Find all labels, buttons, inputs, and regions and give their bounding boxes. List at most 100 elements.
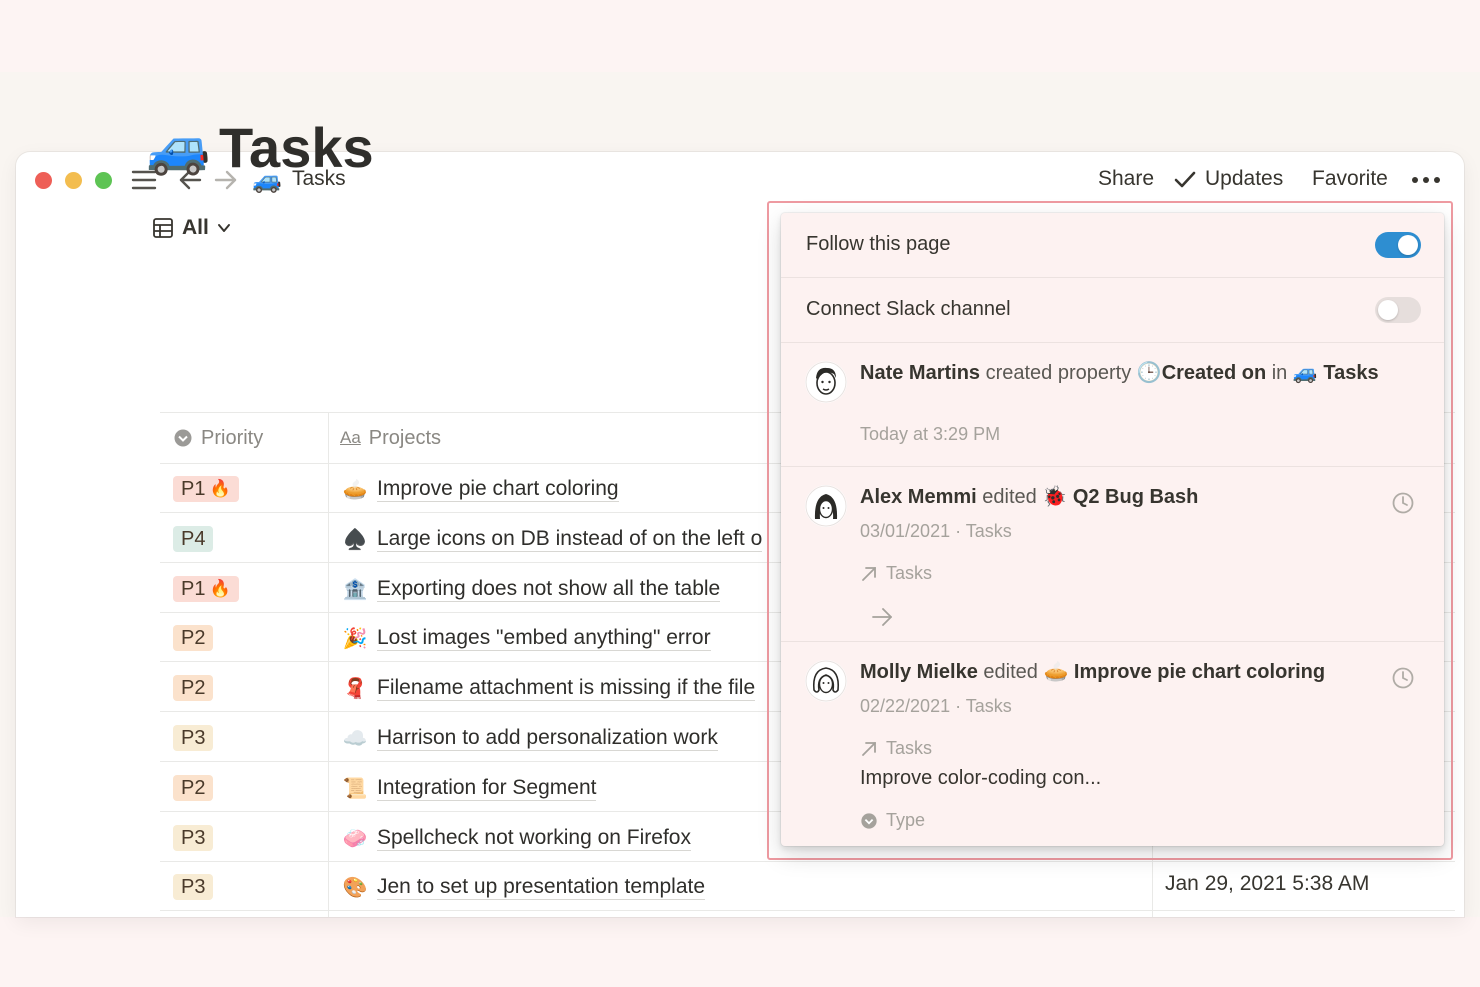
activity-page-emoji: 🚙 (1292, 362, 1318, 384)
activity-item[interactable]: Alex Memmi edited 🐞 Q2 Bug Bash 03/01/20… (781, 467, 1444, 640)
project-title[interactable]: Large icons on DB instead of on the left… (377, 527, 763, 552)
table-row[interactable]: P3 🎨 Jen to set up presentation template Ja… (145, 862, 1455, 911)
priority-badge[interactable]: P1 🔥 (173, 476, 239, 502)
follow-page-row[interactable]: Follow this page (781, 213, 1444, 277)
close-window-button[interactable] (35, 172, 52, 189)
priority-label: P3 (181, 727, 206, 749)
activity-page-link[interactable]: Q2 Bug Bash (1073, 486, 1199, 508)
priority-badge[interactable]: P3 (173, 725, 214, 751)
project-title[interactable]: Spellcheck not working on Firefox (377, 826, 691, 851)
favorite-button[interactable]: Favorite (1312, 167, 1388, 191)
clock-icon[interactable] (1391, 491, 1415, 515)
activity-item[interactable]: Molly Mielke edited 🥧 Improve pie chart … (781, 642, 1444, 846)
priority-badge[interactable]: P4 (173, 526, 214, 552)
activity-parent-label: Tasks (886, 563, 933, 583)
activity-page-link[interactable]: Improve pie chart coloring (1074, 661, 1325, 683)
project-emoji-icon: 🧣 (342, 677, 368, 700)
avatar-molly (805, 660, 847, 702)
minimize-window-button[interactable] (65, 172, 82, 189)
project-title[interactable]: Exporting does not show all the table (377, 577, 721, 602)
priority-badge[interactable]: P2 (173, 775, 214, 801)
slack-channel-row[interactable]: Connect Slack channel (781, 278, 1444, 342)
row-divider (160, 910, 1455, 911)
fire-icon: 🔥 (209, 479, 231, 498)
meta-separator: · (955, 521, 962, 541)
page-title[interactable]: Tasks (219, 110, 374, 186)
share-button[interactable]: Share (1098, 167, 1154, 191)
project-emoji-icon: ☁️ (342, 727, 368, 750)
activity-user[interactable]: Nate Martins (860, 362, 980, 384)
maximize-window-button[interactable] (95, 172, 112, 189)
activity-action: edited (983, 661, 1038, 683)
right-arrow-icon[interactable] (871, 606, 893, 628)
view-selector[interactable]: All (152, 214, 231, 242)
activity-user[interactable]: Molly Mielke (860, 661, 978, 683)
priority-badge[interactable]: P3 (173, 874, 214, 900)
link-arrow-icon (862, 566, 876, 581)
priority-badge[interactable]: P2 (173, 625, 214, 651)
activity-property-row: Type (860, 810, 925, 831)
slack-channel-toggle[interactable] (1375, 297, 1421, 323)
activity-text: Alex Memmi edited 🐞 Q2 Bug Bash (860, 483, 1400, 512)
activity-user[interactable]: Alex Memmi (860, 486, 977, 508)
avatar-nate (805, 361, 847, 403)
link-arrow-icon (862, 741, 876, 756)
priority-badge[interactable]: P1 🔥 (173, 576, 239, 602)
project-title[interactable]: Lost images "embed anything" error (377, 626, 711, 651)
clock-icon: 🕒 (1136, 362, 1162, 384)
project-title[interactable]: Harrison to add personalization work (377, 726, 718, 751)
project-cell[interactable]: 🎨 Jen to set up presentation template (341, 872, 706, 902)
project-title[interactable]: Jen to set up presentation template (377, 875, 706, 900)
project-cell[interactable]: ♠️ Large icons on DB instead of on the le… (341, 524, 763, 554)
activity-page-link[interactable]: Tasks (1323, 362, 1378, 384)
project-cell[interactable]: 📜 Integration for Segment (341, 773, 597, 803)
activity-excerpt: Improve color-coding con... (860, 767, 1102, 789)
activity-property-label: Type (886, 810, 926, 830)
table-icon (153, 218, 173, 238)
priority-label: P3 (181, 876, 206, 898)
priority-badge[interactable]: P2 (173, 675, 214, 701)
priority-label: P3 (181, 827, 206, 849)
priority-badge[interactable]: P3 (173, 825, 214, 851)
column-header-projects-label: Projects (368, 426, 442, 449)
project-cell[interactable]: 🥧 Improve pie chart coloring (341, 474, 619, 504)
priority-status-icon (174, 429, 192, 447)
activity-location: Tasks (965, 696, 1012, 716)
slack-channel-label: Connect Slack channel (806, 298, 1011, 320)
page-emoji-icon[interactable]: 🚙 (146, 112, 211, 184)
project-title[interactable]: Improve pie chart coloring (377, 477, 619, 502)
chevron-down-icon (217, 224, 230, 232)
project-emoji-icon: 🎨 (342, 876, 368, 899)
project-cell[interactable]: ☁️ Harrison to add personalization work (341, 723, 718, 753)
toggle-knob (1398, 235, 1418, 255)
updates-button[interactable]: Updates (1205, 167, 1283, 191)
more-icon[interactable] (1410, 168, 1442, 192)
activity-in-word: in (1271, 362, 1288, 384)
project-cell[interactable]: 🏦 Exporting does not show all the table (341, 574, 721, 604)
activity-parent-link[interactable]: Tasks (860, 563, 932, 584)
activity-parent-link[interactable]: Tasks (860, 738, 932, 759)
project-emoji-icon: 🏦 (342, 578, 368, 601)
activity-text: Molly Mielke edited 🥧 Improve pie chart … (860, 658, 1400, 687)
column-header-projects[interactable]: Aa Projects (340, 413, 441, 463)
follow-page-toggle[interactable] (1375, 232, 1421, 258)
project-emoji-icon: 🥧 (342, 478, 368, 501)
clock-icon[interactable] (1391, 666, 1415, 690)
created-date-cell[interactable]: Jan 29, 2021 5:38 AM (1165, 872, 1369, 896)
project-title[interactable]: Integration for Segment (377, 776, 597, 801)
project-cell[interactable]: 🧣 Filename attachment is missing if the f… (341, 673, 756, 703)
avatar-alex (805, 485, 847, 527)
project-title[interactable]: Filename attachment is missing if the fi… (377, 676, 756, 701)
activity-location: Tasks (965, 521, 1012, 541)
activity-item[interactable]: Nate Martins created property 🕒Created o… (781, 343, 1444, 466)
column-header-priority[interactable]: Priority (173, 413, 263, 463)
project-cell[interactable]: 🧼 Spellcheck not working on Firefox (341, 823, 691, 853)
priority-label: P2 (181, 627, 206, 649)
activity-page-emoji: 🥧 (1043, 661, 1069, 683)
priority-label: P1 (181, 578, 206, 600)
project-cell[interactable]: 🎉 Lost images "embed anything" error (341, 623, 711, 653)
project-emoji-icon: 🎉 (342, 627, 368, 650)
background-bottom (0, 917, 1480, 987)
activity-date: 03/01/2021 (860, 521, 951, 541)
project-emoji-icon: 🧼 (342, 827, 368, 850)
